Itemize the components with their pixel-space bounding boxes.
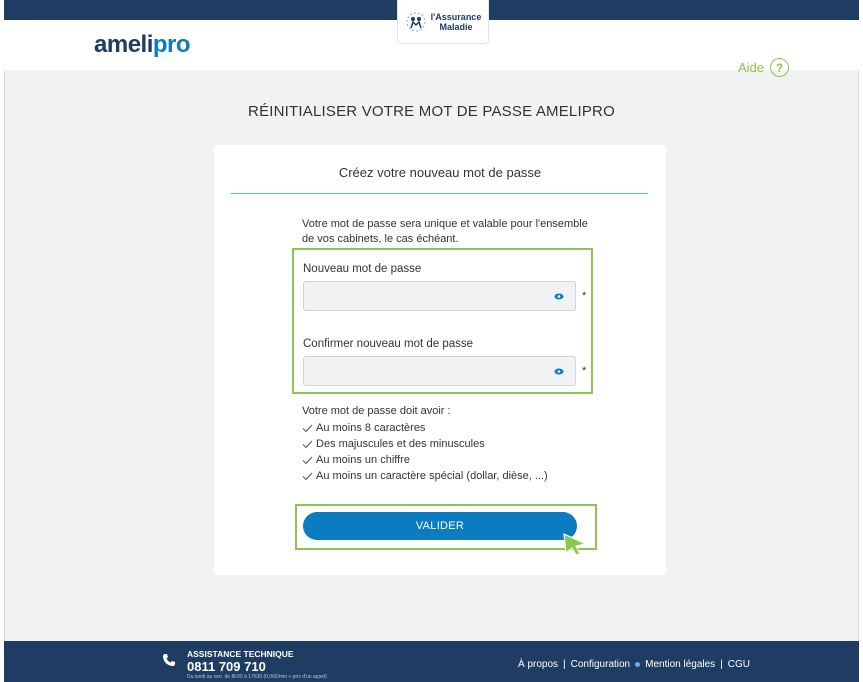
eye-icon[interactable] (554, 368, 564, 375)
footer-separator: | (563, 659, 566, 670)
help-label: Aide (737, 60, 764, 75)
password-rule: Au moins un caractère spécial (dollar, d… (302, 470, 548, 482)
footer-link-cgu[interactable]: CGU (728, 659, 750, 670)
logo-suffix-text: pro (152, 31, 191, 58)
badge-line-1: l'Assurance (430, 11, 482, 22)
password-rule-text: Au moins un chiffre (316, 454, 410, 466)
password-rule: Au moins un chiffre (302, 454, 410, 466)
password-rule: Des majuscules et des minuscules (302, 438, 485, 450)
help-link[interactable]: Aide ? (738, 58, 789, 77)
required-mark: * (582, 365, 587, 377)
password-rule: Au moins 8 caractères (302, 422, 425, 434)
eye-icon[interactable] (554, 293, 564, 300)
assistance-title: ASSISTANCE TECHNIQUE (187, 649, 294, 659)
card-divider (231, 193, 648, 194)
confirm-password-input[interactable] (303, 356, 576, 386)
footer-link-about[interactable]: À propos (518, 659, 558, 670)
logo-main-text: ameli (94, 31, 153, 58)
footer: ASSISTANCE TECHNIQUE 0811 709 710 Du lun… (4, 641, 859, 682)
footer-links: À propos | Configuration Mention légales… (518, 659, 750, 670)
assurance-maladie-text: l'Assurance Maladie (431, 12, 482, 32)
new-password-label: Nouveau mot de passe (303, 263, 422, 275)
badge-line-2: Maladie (439, 21, 473, 32)
required-mark: * (582, 290, 587, 302)
check-icon (302, 472, 313, 480)
phone-icon (163, 654, 175, 666)
assurance-maladie-badge: l'Assurance Maladie (397, 0, 489, 44)
check-icon (302, 440, 313, 448)
intro-text: Votre mot de passe sera unique et valabl… (302, 218, 588, 245)
page-title: RÉINITIALISER VOTRE MOT DE PASSE AMELIPR… (248, 103, 615, 120)
password-rule-text: Des majuscules et des minuscules (316, 438, 485, 450)
question-icon: ? (770, 58, 789, 77)
password-rule-text: Au moins 8 caractères (316, 422, 426, 434)
footer-link-configuration[interactable]: Configuration (571, 659, 630, 670)
new-password-input[interactable] (303, 281, 576, 311)
footer-bullet (635, 662, 641, 667)
card-title: Créez votre nouveau mot de passe (338, 165, 542, 180)
check-icon (302, 456, 313, 464)
cursor-arrow-icon (563, 533, 588, 556)
assurance-maladie-logo-icon (406, 12, 426, 31)
password-rule-text: Au moins un caractère spécial (dollar, d… (316, 470, 548, 482)
password-rules-heading: Votre mot de passe doit avoir : (302, 405, 451, 417)
amelipro-logo[interactable]: amelipro (94, 31, 191, 59)
footer-link-legal[interactable]: Mention légales (645, 659, 715, 670)
confirm-password-label: Confirmer nouveau mot de passe (303, 338, 474, 350)
check-icon (302, 424, 313, 432)
validate-button[interactable]: VALIDER (303, 512, 577, 540)
assistance-hours: Du lundi au ven. de 8h30 à 17h30 (0,06€/… (187, 674, 327, 680)
footer-separator: | (720, 659, 723, 670)
reset-password-card: Créez votre nouveau mot de passe Votre m… (214, 145, 666, 575)
assistance-number[interactable]: 0811 709 710 (187, 659, 266, 674)
